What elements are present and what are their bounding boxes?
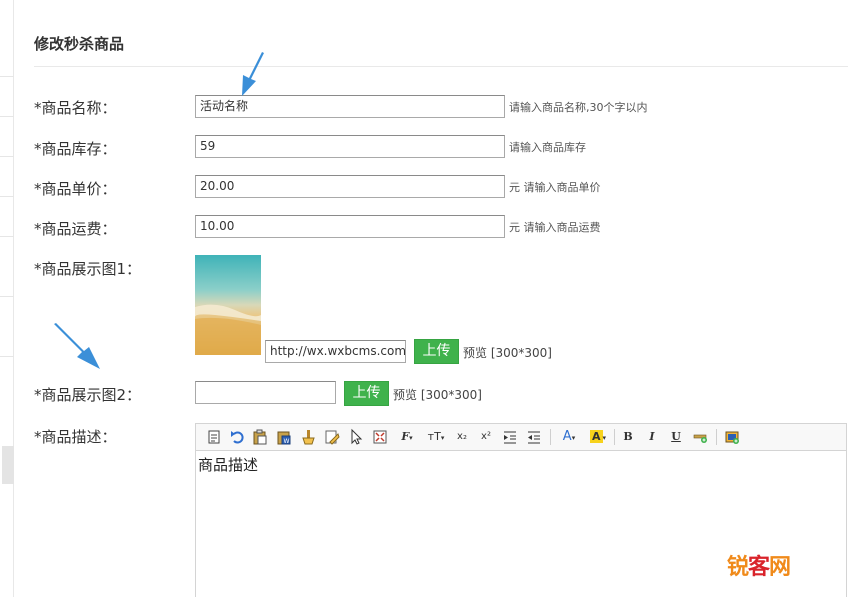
product-image2-url-input[interactable] bbox=[195, 381, 336, 404]
strikethrough-icon[interactable] bbox=[692, 428, 708, 446]
paste-icon[interactable] bbox=[252, 428, 268, 446]
sidebar-divider bbox=[0, 236, 14, 237]
product-image1-thumbnail bbox=[195, 255, 261, 355]
sidebar-divider bbox=[0, 296, 14, 297]
product-price-hint: 元 请输入商品单价 bbox=[509, 181, 601, 194]
indent-icon[interactable] bbox=[502, 428, 518, 446]
image2-preview-link[interactable]: 预览 [300*300] bbox=[393, 386, 482, 403]
annotation-arrow-icon bbox=[54, 323, 100, 369]
editor-content-area[interactable]: 商品描述 bbox=[198, 454, 258, 475]
product-stock-input[interactable]: 59 bbox=[195, 135, 505, 158]
toolbar-separator bbox=[550, 429, 551, 445]
left-sidebar-strip bbox=[0, 0, 14, 597]
product-freight-input[interactable]: 10.00 bbox=[195, 215, 505, 238]
product-freight-hint: 元 请输入商品运费 bbox=[509, 221, 601, 234]
select-icon[interactable] bbox=[348, 428, 364, 446]
sidebar-divider bbox=[0, 76, 14, 77]
fullscreen-icon[interactable] bbox=[372, 428, 388, 446]
paste-word-icon[interactable]: W bbox=[276, 428, 292, 446]
title-divider bbox=[34, 66, 848, 67]
annotation-arrow-icon bbox=[242, 52, 264, 96]
outdent-icon[interactable] bbox=[526, 428, 542, 446]
product-name-input[interactable]: 活动名称 bbox=[195, 95, 505, 118]
undo-icon[interactable] bbox=[229, 428, 245, 446]
sidebar-divider bbox=[0, 116, 14, 117]
toolbar-separator bbox=[716, 429, 717, 445]
underline-icon[interactable]: U bbox=[668, 428, 684, 446]
product-stock-hint: 请输入商品库存 bbox=[509, 141, 586, 154]
sidebar-divider bbox=[0, 156, 14, 157]
site-watermark-logo: 锐客网 bbox=[727, 555, 791, 580]
product-price-input[interactable]: 20.00 bbox=[195, 175, 505, 198]
product-image2-label: *商品展示图2： bbox=[34, 386, 142, 404]
clear-format-icon[interactable] bbox=[324, 428, 340, 446]
source-icon[interactable] bbox=[206, 428, 222, 446]
font-color-icon[interactable]: A▾ bbox=[558, 428, 580, 446]
product-image1-label: *商品展示图1： bbox=[34, 260, 142, 278]
page-title: 修改秒杀商品 bbox=[34, 35, 125, 53]
image1-upload-button[interactable]: 上传 bbox=[414, 339, 459, 364]
sidebar-selected-item[interactable] bbox=[2, 446, 14, 484]
font-size-icon[interactable]: тT▾ bbox=[424, 428, 448, 446]
image1-preview-link[interactable]: 预览 [300*300] bbox=[463, 344, 552, 361]
image-icon[interactable] bbox=[724, 428, 740, 446]
superscript-icon[interactable]: x² bbox=[478, 428, 494, 446]
sidebar-divider bbox=[0, 356, 14, 357]
sidebar-divider bbox=[0, 196, 14, 197]
bold-icon[interactable]: B bbox=[620, 428, 636, 446]
product-price-label: *商品单价： bbox=[34, 180, 117, 198]
svg-text:W: W bbox=[284, 438, 290, 445]
product-description-label: *商品描述： bbox=[34, 428, 117, 446]
font-family-icon[interactable]: F▾ bbox=[396, 428, 418, 446]
subscript-icon[interactable]: x₂ bbox=[454, 428, 470, 446]
italic-icon[interactable]: I bbox=[644, 428, 660, 446]
product-freight-label: *商品运费： bbox=[34, 220, 117, 238]
editor-toolbar: W F▾ тT▾ x₂ x² A▾ A ▾ B I U bbox=[196, 424, 846, 451]
image2-upload-button[interactable]: 上传 bbox=[344, 381, 389, 406]
product-image1-url-input[interactable]: http://wx.wxbcms.com/ bbox=[265, 340, 406, 363]
format-brush-icon[interactable] bbox=[300, 428, 316, 446]
product-name-label: *商品名称： bbox=[34, 99, 117, 117]
toolbar-separator bbox=[614, 429, 615, 445]
product-stock-label: *商品库存： bbox=[34, 140, 117, 158]
highlight-icon[interactable]: A ▾ bbox=[586, 428, 610, 446]
product-name-hint: 请输入商品名称,30个字以内 bbox=[509, 101, 648, 114]
